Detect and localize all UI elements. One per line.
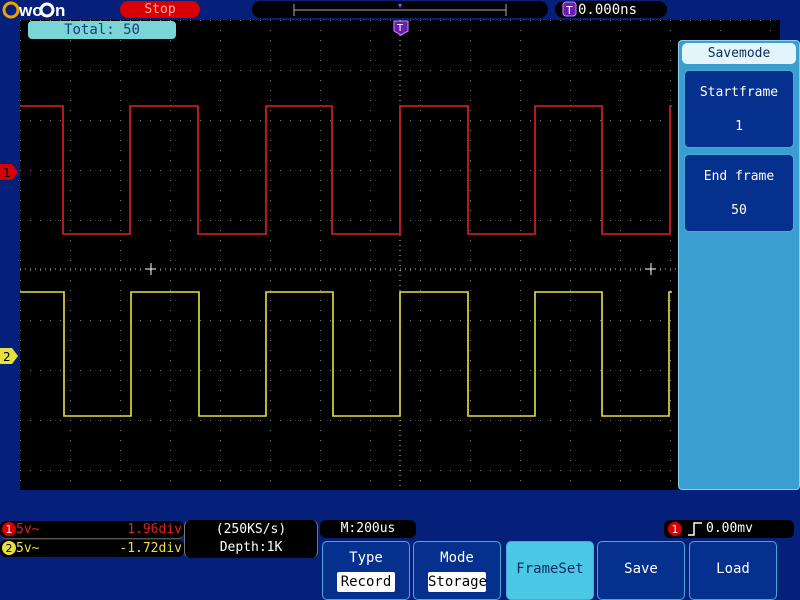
svg-text:2: 2 [6, 542, 13, 555]
waveform-display[interactable] [20, 20, 781, 491]
side-menu-title: Savemode [682, 43, 796, 64]
timebase-value: M:200us [340, 521, 396, 536]
ch2-level-marker-icon[interactable]: 2 [0, 348, 20, 368]
frame-total-badge: Total: 50 [28, 21, 176, 39]
svg-text:T: T [565, 4, 573, 17]
ch1-level-marker-icon[interactable]: 1 [0, 164, 20, 184]
timebase-readout: M:200us [320, 520, 416, 538]
type-value: Record [337, 572, 395, 592]
save-button[interactable]: Save [597, 541, 685, 600]
trigger-position-value: 0.000ns [578, 2, 638, 18]
start-frame-button[interactable]: Startframe 1 [684, 70, 794, 148]
start-frame-value: 1 [735, 119, 743, 134]
trigger-status: 1 0.00mv [664, 520, 794, 538]
svg-text:T: T [396, 23, 404, 34]
save-label: Save [624, 561, 658, 577]
ch2-status: 2 5v~ -1.72div [0, 540, 184, 557]
load-button[interactable]: Load [689, 541, 777, 600]
run-state-badge[interactable]: Stop [120, 1, 200, 18]
memory-position-bar[interactable] [252, 1, 548, 18]
rising-edge-icon [688, 522, 702, 536]
frameset-button[interactable]: FrameSet [506, 541, 594, 600]
ch2-waveform [20, 291, 672, 417]
mode-label: Mode [440, 550, 474, 566]
ch2-volts: 5v~ [16, 541, 40, 556]
load-label: Load [716, 561, 750, 577]
start-frame-label: Startframe [699, 85, 779, 100]
ch2-badge-icon: 2 [2, 541, 16, 555]
memory-depth: Depth:1K [219, 540, 283, 555]
svg-text:2: 2 [3, 350, 11, 364]
sample-rate: (250KS/s) [215, 522, 287, 537]
trigger-time-marker-icon: T [393, 20, 409, 40]
end-frame-value: 50 [731, 203, 747, 218]
mode-button[interactable]: Mode Storage [413, 541, 501, 600]
ch1-volts: 5v~ [16, 522, 40, 537]
end-frame-label: End frame [703, 169, 775, 184]
svg-text:1: 1 [6, 523, 13, 536]
acquisition-info: (250KS/s) Depth:1K [184, 520, 318, 558]
mode-value: Storage [428, 572, 488, 592]
svg-text:wo: wo [18, 1, 43, 20]
ch1-badge-icon: 1 [2, 522, 16, 536]
ch1-status: 1 5v~ 1.96div [0, 521, 184, 539]
ch1-offset: 1.96div [127, 522, 182, 537]
end-frame-button[interactable]: End frame 50 [684, 154, 794, 232]
frameset-label: FrameSet [516, 561, 584, 577]
ch1-waveform [20, 105, 672, 235]
ch2-offset: -1.72div [119, 541, 182, 556]
type-button[interactable]: Type Record [322, 541, 410, 600]
type-label: Type [349, 550, 383, 566]
owon-logo: wo n [2, 0, 82, 20]
trigger-level: 0.00mv [706, 521, 753, 536]
svg-text:n: n [55, 1, 65, 20]
svg-text:1: 1 [3, 166, 11, 180]
svg-text:1: 1 [672, 523, 679, 536]
